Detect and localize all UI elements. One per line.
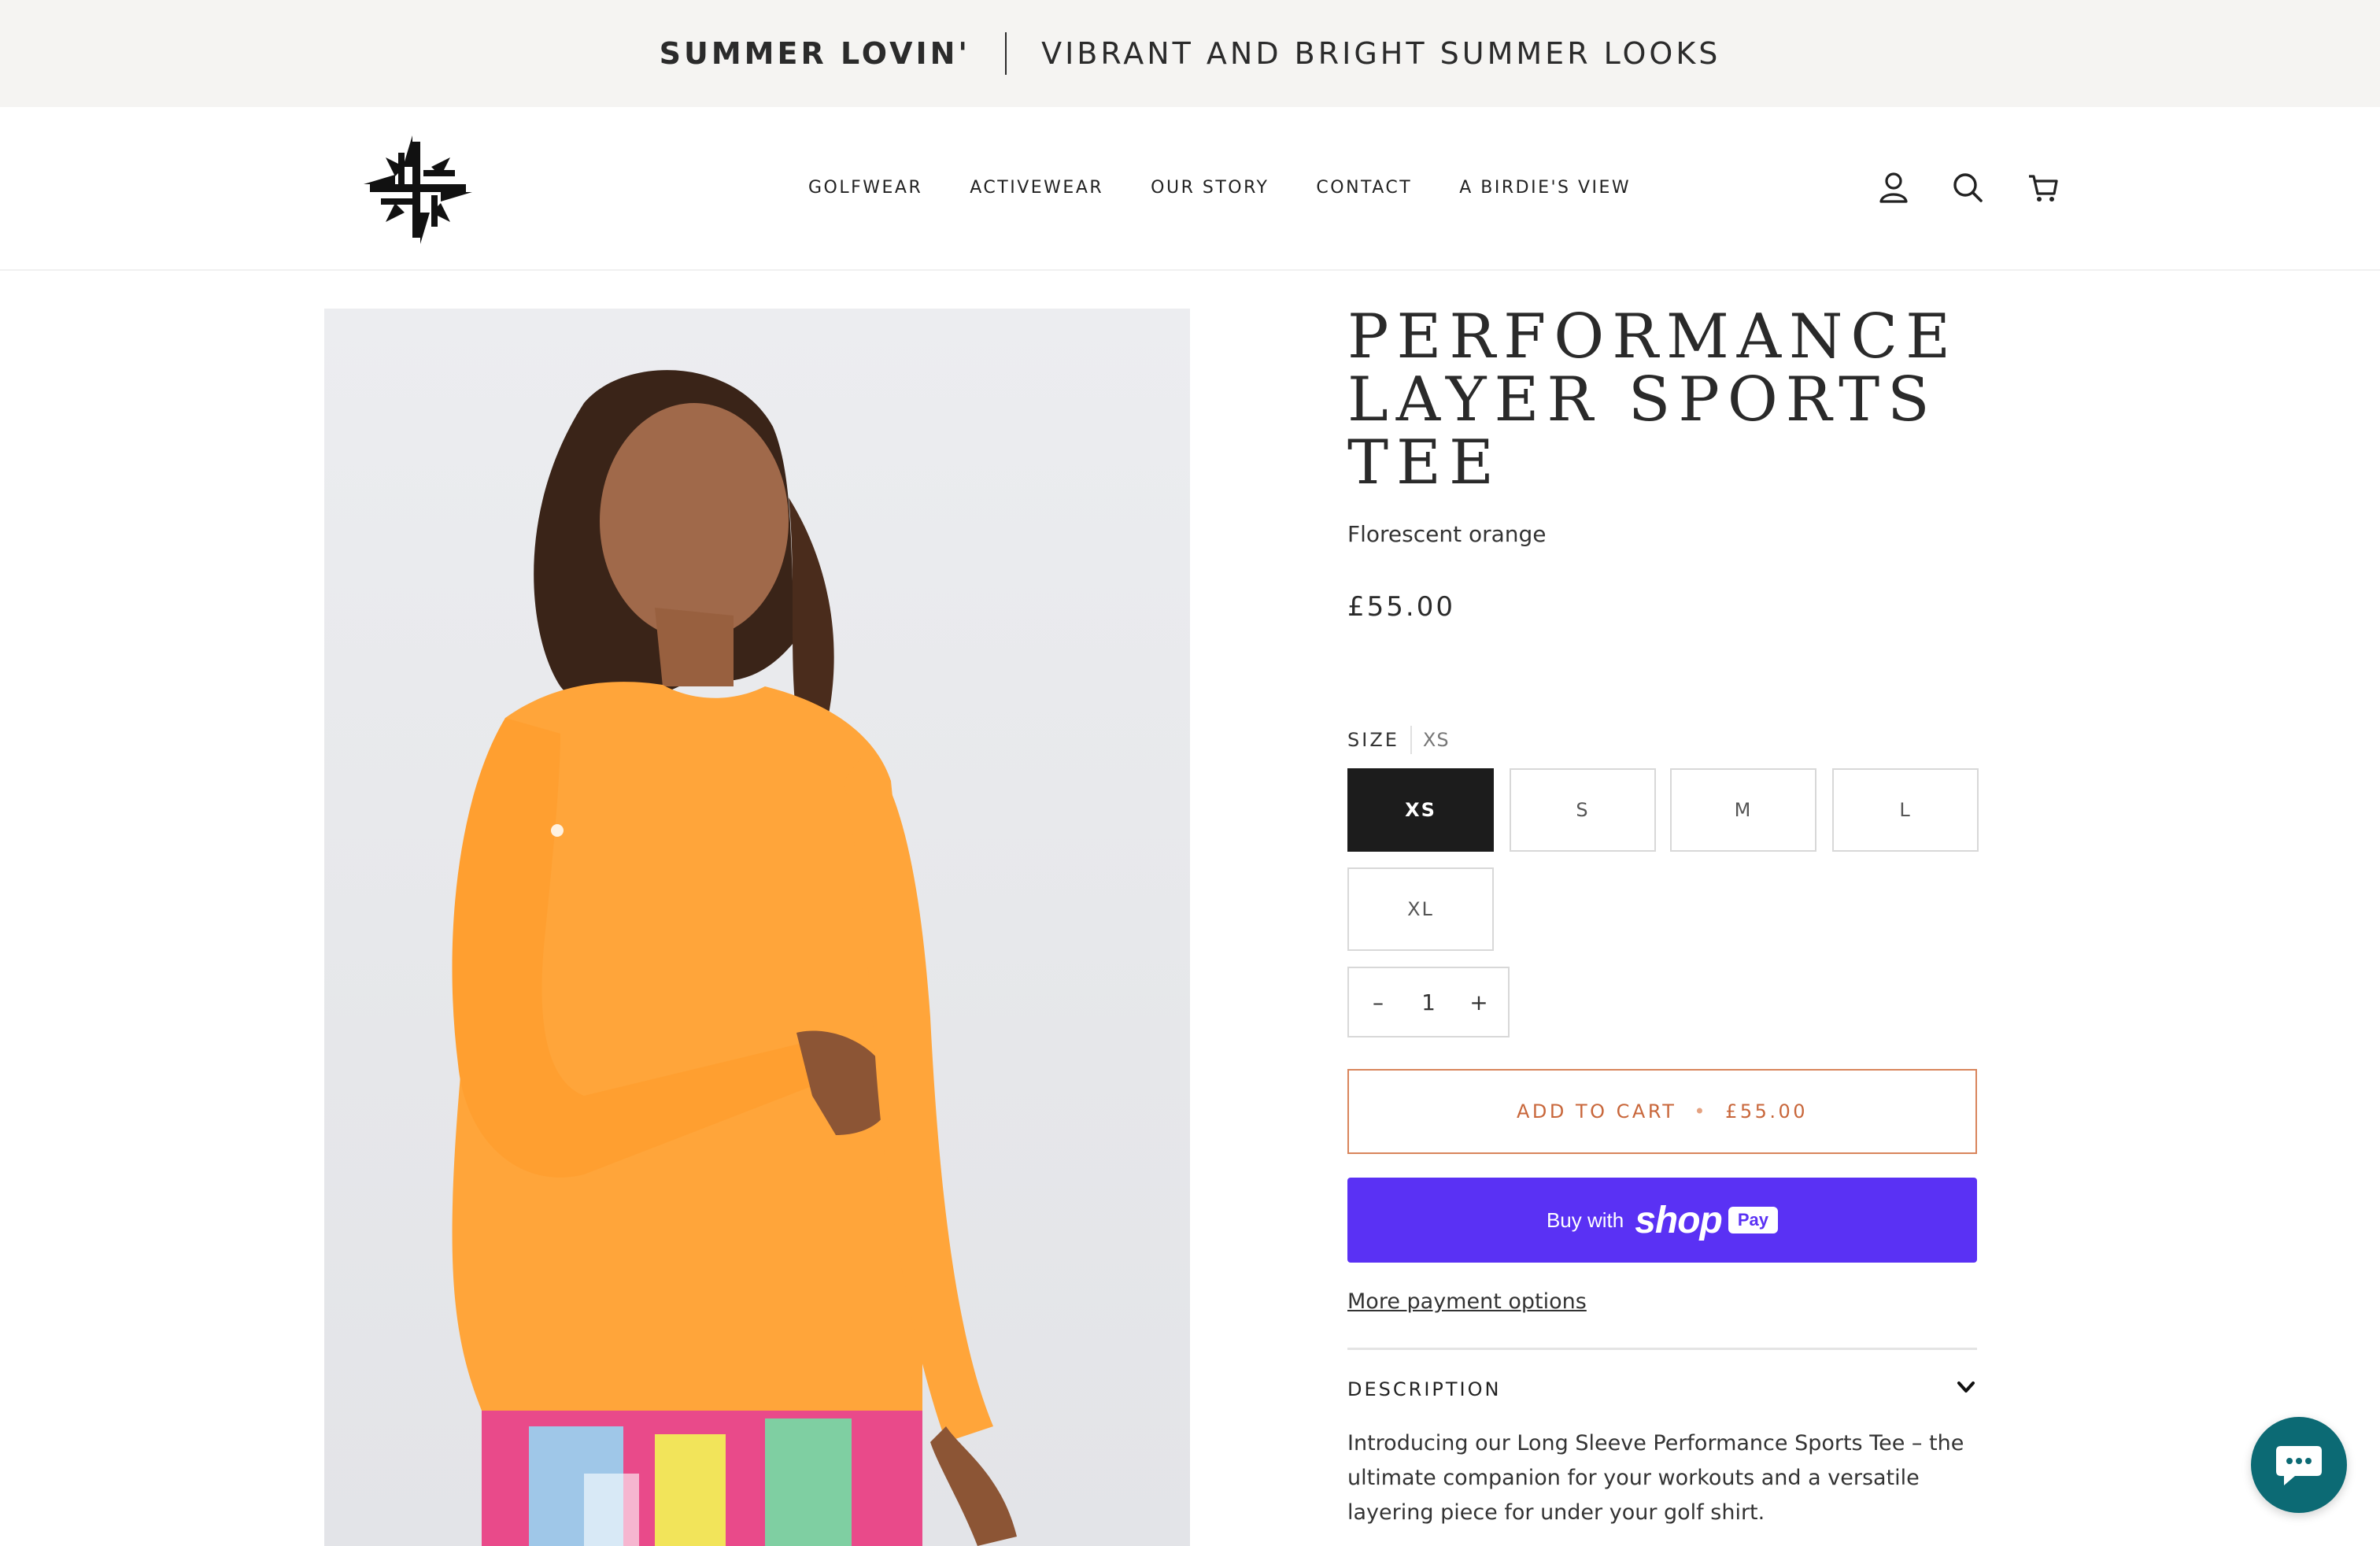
account-icon[interactable] (1876, 170, 1911, 205)
shop-pay-badge: Pay (1728, 1207, 1779, 1233)
nav-activewear[interactable]: ACTIVEWEAR (970, 178, 1103, 198)
announcement-tagline[interactable]: VIBRANT AND BRIGHT SUMMER LOOKS (1041, 36, 1720, 71)
site-header: GOLFWEAR ACTIVEWEAR OUR STORY CONTACT A … (0, 107, 2380, 271)
announcement-headline: SUMMER LOVIN' (659, 36, 971, 71)
size-option-xl[interactable]: XL (1347, 867, 1494, 951)
size-label: SIZE (1347, 729, 1399, 751)
product-photo-illustration (452, 370, 1017, 1546)
brand-star-logo-icon (364, 135, 472, 244)
more-payment-options-link[interactable]: More payment options (1347, 1289, 1587, 1314)
quantity-value[interactable]: 1 (1421, 989, 1436, 1015)
product-image[interactable] (324, 309, 1190, 1546)
shop-pay-prefix: Buy with (1546, 1208, 1624, 1232)
brand-logo[interactable] (364, 135, 472, 244)
nav-birdies-view[interactable]: A BIRDIE'S VIEW (1459, 178, 1631, 198)
size-label-row: SIZE XS (1347, 726, 1450, 754)
chat-bubble-icon (2276, 1446, 2322, 1485)
product-price: £55.00 (1347, 591, 1455, 623)
nav-golfwear[interactable]: GOLFWEAR (808, 178, 922, 198)
size-option-m[interactable]: M (1670, 768, 1816, 852)
add-to-cart-separator: • (1694, 1100, 1709, 1123)
chevron-down-icon (1955, 1376, 1977, 1402)
size-option-l[interactable]: L (1832, 768, 1979, 852)
product-info: PERFORMANCE LAYER SPORTS TEE Florescent … (1347, 305, 1977, 623)
product-color: Florescent orange (1347, 521, 1547, 547)
size-selected-value: XS (1422, 729, 1450, 751)
product-title: PERFORMANCE LAYER SPORTS TEE (1347, 301, 1959, 498)
quantity-stepper: – 1 + (1347, 967, 1510, 1037)
description-heading: DESCRIPTION (1347, 1378, 1502, 1400)
main-nav: GOLFWEAR ACTIVEWEAR OUR STORY CONTACT A … (808, 107, 1631, 268)
size-label-divider (1410, 726, 1412, 754)
size-option-s[interactable]: S (1510, 768, 1656, 852)
description-text: Introducing our Long Sleeve Performance … (1347, 1431, 1964, 1525)
add-to-cart-label: ADD TO CART (1516, 1100, 1677, 1123)
description-divider (1347, 1348, 1977, 1350)
description-toggle[interactable]: DESCRIPTION (1347, 1376, 1977, 1402)
announcement-bar: SUMMER LOVIN' VIBRANT AND BRIGHT SUMMER … (0, 0, 2380, 107)
shop-pay-button[interactable]: Buy with shop Pay (1347, 1178, 1977, 1263)
nav-our-story[interactable]: OUR STORY (1151, 178, 1269, 198)
shop-pay-brand: shop (1635, 1199, 1723, 1241)
size-option-xs[interactable]: XS (1347, 768, 1494, 852)
add-to-cart-price: £55.00 (1725, 1100, 1809, 1123)
nav-contact[interactable]: CONTACT (1316, 178, 1412, 198)
quantity-increase-button[interactable]: + (1467, 989, 1491, 1015)
search-icon[interactable] (1950, 170, 1985, 205)
quantity-decrease-button[interactable]: – (1366, 989, 1390, 1015)
chat-button[interactable] (2251, 1417, 2347, 1513)
announcement-divider (1005, 32, 1007, 75)
add-to-cart-button[interactable]: ADD TO CART • £55.00 (1347, 1069, 1977, 1154)
cart-icon[interactable] (2026, 170, 2060, 205)
